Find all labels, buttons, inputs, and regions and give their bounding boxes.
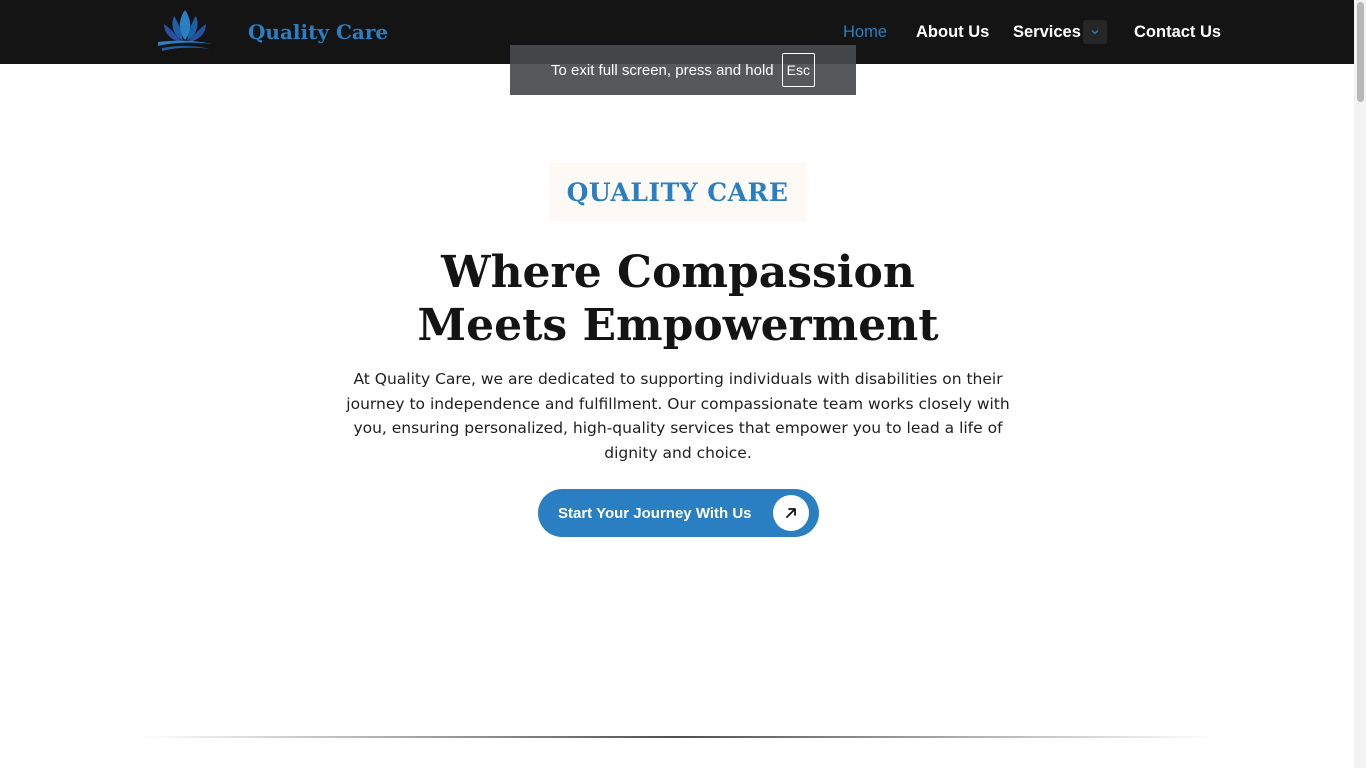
hero-title-line-2: Meets Empowerment (417, 300, 939, 351)
hero-title-line-1: Where Compassion (441, 247, 915, 298)
hero-eyebrow: QUALITY CARE (549, 163, 806, 221)
fullscreen-exit-notice: To exit full screen, press and hold Esc (510, 45, 856, 95)
hero-description: At Quality Care, we are dedicated to sup… (346, 370, 1010, 463)
nav-about-us[interactable]: About Us (916, 20, 989, 44)
cta-label: Start Your Journey With Us (558, 504, 752, 522)
section-divider (140, 736, 1214, 738)
arrow-up-right-icon (773, 495, 809, 531)
brand-name[interactable]: Quality Care (248, 18, 388, 46)
fullscreen-notice-text: To exit full screen, press and hold (551, 61, 774, 79)
nav-services[interactable]: Services (1013, 20, 1081, 44)
nav-contact-us[interactable]: Contact Us (1134, 20, 1221, 44)
lotus-icon[interactable] (154, 8, 216, 52)
page: Quality Care Home About Us Services Cont… (0, 0, 1366, 768)
page-scrollbar[interactable] (1354, 0, 1366, 768)
hero-title: Where Compassion Meets Empowerment (333, 246, 1023, 352)
start-journey-button[interactable]: Start Your Journey With Us (538, 489, 819, 537)
esc-key-badge: Esc (781, 53, 815, 87)
nav-home[interactable]: Home (843, 20, 887, 44)
chevron-down-icon (1091, 30, 1099, 35)
services-dropdown-toggle[interactable] (1083, 20, 1107, 44)
scrollbar-thumb[interactable] (1357, 2, 1364, 102)
